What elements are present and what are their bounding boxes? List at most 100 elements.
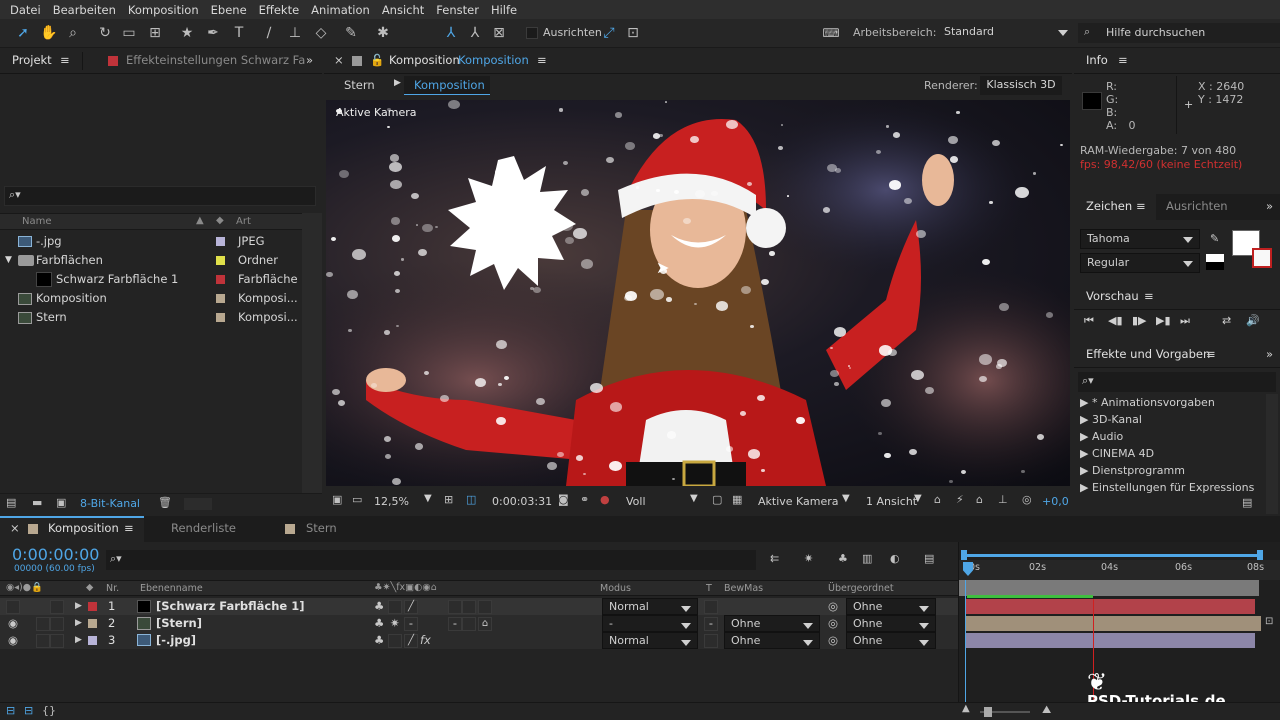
reset-exposure-icon[interactable]: ◎ <box>1022 493 1032 506</box>
lock-toggle[interactable] <box>50 634 64 648</box>
col-parent[interactable]: Übergeordnet <box>828 583 894 594</box>
new-comp-icon[interactable]: ▣ <box>56 496 66 509</box>
fx-icon[interactable]: fx <box>420 632 431 649</box>
label-swatch[interactable] <box>216 237 225 246</box>
effects-menu-icon[interactable]: ≡ <box>1206 342 1216 367</box>
align-checkbox[interactable] <box>526 27 538 39</box>
label-swatch[interactable] <box>216 256 225 265</box>
eye-icon[interactable]: ◉ <box>8 615 18 632</box>
bit-depth-button[interactable]: 8-Bit-Kanal <box>80 497 140 510</box>
breadcrumb-komposition[interactable]: Komposition <box>404 76 490 95</box>
layer-name[interactable]: [Stern] <box>156 615 202 632</box>
interpret-footage-icon[interactable]: ▤ <box>6 496 16 509</box>
font-style-select[interactable]: Regular <box>1080 253 1200 273</box>
black-swatch[interactable] <box>1206 262 1224 270</box>
roto-brush-tool-icon[interactable]: ✎ <box>342 24 360 42</box>
effects-category[interactable]: ▶ Audio <box>1080 428 1254 445</box>
collapse-switch[interactable] <box>388 600 402 614</box>
shape-tool-icon[interactable]: ★ <box>178 24 196 42</box>
layer-bar-3[interactable] <box>965 633 1255 648</box>
tab-preview[interactable]: Vorschau <box>1086 284 1139 309</box>
trash-icon[interactable]: 🗑 <box>158 496 172 509</box>
white-swatch[interactable] <box>1206 254 1224 262</box>
breadcrumb-stern[interactable]: Stern <box>344 78 375 92</box>
new-preset-icon[interactable]: ▤ <box>1242 496 1252 509</box>
shy-icon[interactable]: ♣ <box>374 632 384 649</box>
project-menu-icon[interactable]: ≡ <box>60 48 70 73</box>
puppet-tool-icon[interactable]: ✱ <box>374 24 392 42</box>
eye-icon[interactable]: ◉ <box>8 632 18 649</box>
label-col-icon[interactable]: ◆ <box>216 215 224 226</box>
tab-komposition[interactable]: Komposition <box>48 516 119 541</box>
transparency-grid-icon[interactable]: ▦ <box>732 493 742 506</box>
parent-select[interactable]: Ohne <box>846 615 936 632</box>
menu-ebene[interactable]: Ebene <box>205 3 253 17</box>
layer-bar-1[interactable] <box>965 599 1255 614</box>
tab-stern[interactable]: Stern <box>306 516 337 541</box>
work-area-bar[interactable] <box>965 554 1261 557</box>
menu-datei[interactable]: Datei <box>4 3 47 17</box>
adjustment-switch[interactable] <box>462 617 476 631</box>
tab-renderliste[interactable]: Renderliste <box>171 516 236 541</box>
layer-name[interactable]: [-.jpg] <box>156 632 196 649</box>
collapse-switch[interactable] <box>388 634 402 648</box>
tab-align[interactable]: Ausrichten <box>1166 194 1228 219</box>
shy-layers-icon[interactable]: ♣ <box>838 552 848 565</box>
text-tool-icon[interactable]: T <box>230 24 248 42</box>
solo-toggle[interactable] <box>36 617 50 631</box>
project-item-solid[interactable]: Schwarz Farbfläche 1 Farbfläche <box>0 270 322 289</box>
av-switches-icon[interactable]: ◉◂)●🔒 <box>6 582 43 593</box>
toggle-pixel-aspect-icon[interactable]: ⌂ <box>934 493 941 506</box>
layer-row[interactable]: ◉ ▶ 2 [Stern] ♣ ✷ - - ⌂ - - Ohne ◎ Ohne <box>0 615 958 632</box>
track-matte-select[interactable]: Ohne <box>724 632 820 649</box>
project-item-stern[interactable]: Stern Komposi... <box>0 308 322 327</box>
exposure-value[interactable]: +0,0 <box>1042 495 1069 508</box>
stroke-color-swatch[interactable] <box>1252 248 1272 268</box>
new-folder-icon[interactable]: ▬ <box>32 496 42 509</box>
flowchart-icon[interactable]: ⊥ <box>998 493 1008 506</box>
col-mode[interactable]: Modus <box>600 583 631 594</box>
preview-menu-icon[interactable]: ≡ <box>1144 284 1154 309</box>
monitor-icon[interactable]: ▭ <box>352 493 362 506</box>
comp-panel-title[interactable]: Komposition <box>389 48 460 73</box>
preserve-transparency-toggle[interactable] <box>704 600 718 614</box>
blend-mode-select[interactable]: - <box>602 615 698 632</box>
channel-icon[interactable]: ● <box>600 493 610 506</box>
current-time-display[interactable]: 0:00:00:00 <box>12 545 99 564</box>
effects-category[interactable]: ▶ 3D-Kanal <box>1080 411 1254 428</box>
tab-info[interactable]: Info <box>1086 48 1108 73</box>
pan-behind-tool-icon[interactable]: ⊞ <box>146 24 164 42</box>
next-frame-icon[interactable]: ▶▮ <box>1156 314 1171 327</box>
quality-switch[interactable]: ╱ <box>404 600 418 614</box>
comp-button-icon[interactable]: ⊡ <box>1265 616 1273 627</box>
keyboard-icon[interactable]: ⌨ <box>822 24 840 42</box>
adjustment-switch[interactable] <box>462 600 476 614</box>
expand-panel-icon[interactable]: » <box>1266 342 1273 367</box>
expand-layer-icon[interactable]: ▶ <box>75 615 82 632</box>
timeline-search-input[interactable]: ⌕▾ <box>106 550 756 570</box>
layer-row[interactable]: ◉ ▶ 3 [-.jpg] ♣ ╱ fx Normal Ohne ◎ Ohne <box>0 632 958 649</box>
views-dropdown-icon[interactable]: ▼ <box>914 493 922 504</box>
tab-effect-controls[interactable]: Effekteinstellungen Schwarz Fa <box>126 48 305 73</box>
project-item-jpg[interactable]: -.jpg JPEG ⊥ <box>0 232 322 251</box>
close-icon[interactable]: × <box>334 48 344 73</box>
zoom-dropdown-icon[interactable]: ▼ <box>424 493 432 504</box>
work-area-end-handle[interactable] <box>1257 550 1263 560</box>
character-menu-icon[interactable]: ≡ <box>1136 194 1146 219</box>
project-item-folder[interactable]: ▼ Farbflächen Ordner <box>0 251 322 270</box>
work-area-start-handle[interactable] <box>961 550 967 560</box>
eraser-tool-icon[interactable]: ◇ <box>312 24 330 42</box>
graph-editor-icon[interactable]: ▤ <box>924 552 934 565</box>
workspace-select[interactable]: Standard <box>938 23 1074 43</box>
camera-select[interactable]: Aktive Kamera <box>758 495 839 508</box>
switches-header-icon[interactable]: ♣✷╲fx▣◐◉⌂ <box>374 582 437 593</box>
grid-icon[interactable]: ◫ <box>466 493 476 506</box>
pickwhip-icon[interactable]: ◎ <box>828 632 838 649</box>
snap-icon[interactable]: ⤢ <box>600 24 618 42</box>
fast-previews-icon[interactable]: ⚡ <box>956 493 964 506</box>
snapshot-icon[interactable]: ◙ <box>558 493 569 506</box>
timeline-menu-icon[interactable]: ≡ <box>124 516 134 541</box>
draft-3d-icon[interactable]: ✷ <box>804 552 813 565</box>
comp-mini-flowchart-icon[interactable]: ⇇ <box>770 552 779 565</box>
loop-icon[interactable]: ⇄ <box>1222 314 1231 327</box>
